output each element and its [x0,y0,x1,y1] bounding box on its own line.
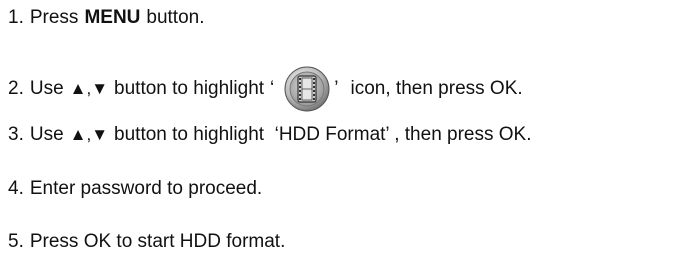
up-down-arrows: ▲,▼ [69,79,109,98]
step-text: Press [29,7,79,28]
step-number: 2. [8,78,24,99]
step-5: 5. Press OK to start HDD format. [8,230,285,254]
menu-button-label: MENU [84,7,141,28]
step-number: 1. [8,7,24,28]
step-1: 1. Press MENU button. [8,6,205,30]
step-text: Use [29,124,64,145]
step-number: 3. [8,124,24,145]
step-3: 3. Use ▲,▼ button to highlight ‘HDD Form… [8,123,532,147]
step-text: Use [29,78,64,99]
step-text: Enter password to proceed. [29,178,263,199]
up-down-arrows: ▲,▼ [69,125,109,144]
film-menu-icon [284,66,330,112]
open-quote: ‘ [270,78,275,99]
step-text: button. [146,7,205,28]
step-text: Press OK to start HDD format. [29,231,286,252]
step-text: button to highlight [114,78,265,99]
step-number: 4. [8,178,24,199]
step-text: button to highlight ‘HDD Format’ , then … [114,124,532,145]
step-4: 4. Enter password to proceed. [8,177,262,201]
close-quote: ’ [334,78,339,99]
step-number: 5. [8,231,24,252]
step-text: icon, then press OK. [350,78,523,99]
step-2: 2. Use ▲,▼ button to highlight ‘ ’ icon,… [8,66,523,112]
